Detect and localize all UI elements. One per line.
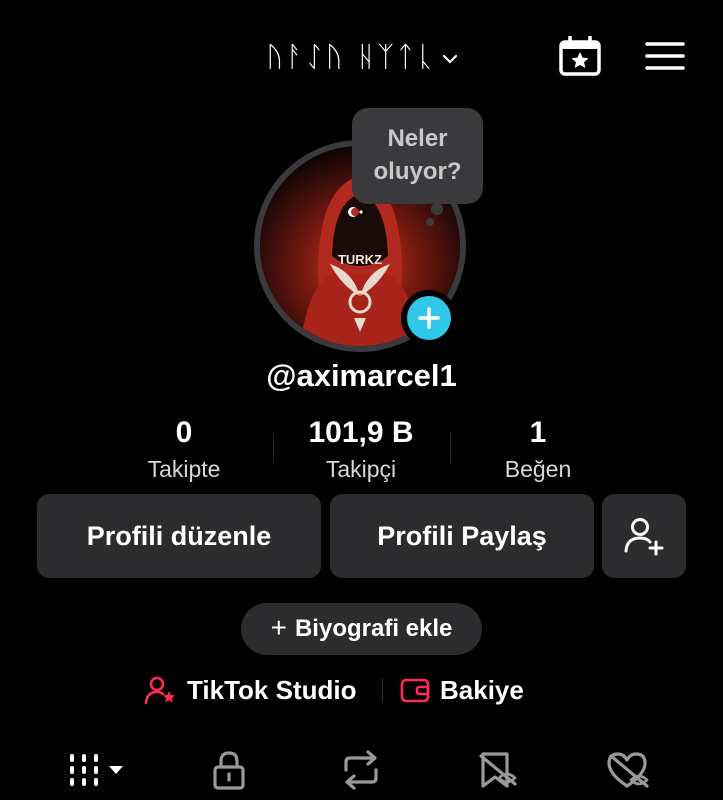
- tab-liked[interactable]: [604, 748, 652, 792]
- username: @aximarcel1: [266, 358, 457, 393]
- favorites-icon: [479, 752, 517, 788]
- tab-videos[interactable]: [66, 748, 128, 792]
- chevron-down-icon: [442, 49, 457, 68]
- add-friend-button[interactable]: [602, 494, 686, 578]
- tiktok-studio-label: TikTok Studio: [187, 674, 357, 705]
- balance-label: Bakiye: [440, 674, 524, 705]
- account-name: ᚢᚨᛇᚢ ᚺᛉᛏᚳ: [266, 39, 437, 73]
- edit-profile-button[interactable]: Profili düzenle: [37, 494, 321, 578]
- status-bubble-text: Neler oluyor?: [373, 125, 462, 185]
- stat-value: 0: [175, 416, 193, 449]
- avatar-text: TURKZ: [338, 252, 382, 267]
- videos-grid-icon: [70, 754, 123, 786]
- wallet-icon: [400, 678, 430, 703]
- stat-label: Beğen: [504, 456, 572, 482]
- stat-value: 1: [529, 416, 547, 449]
- bubble-tail: [426, 218, 434, 226]
- hamburger-menu-icon[interactable]: [644, 40, 686, 72]
- user-star-icon: [145, 676, 175, 705]
- links-divider: [382, 678, 383, 702]
- status-bubble[interactable]: Neler oluyor?: [352, 108, 483, 204]
- stat-followers[interactable]: 101,9 B Takipçi: [271, 415, 451, 487]
- add-avatar-button[interactable]: [401, 290, 457, 346]
- stat-following[interactable]: 0 Takipte: [94, 415, 274, 487]
- plus-icon: [418, 307, 440, 329]
- stat-label: Takipte: [147, 456, 221, 482]
- bubble-tail: [431, 203, 443, 215]
- calendar-star-icon[interactable]: [558, 35, 602, 76]
- add-bio-button[interactable]: + Biyografi ekle: [241, 603, 482, 655]
- share-profile-button[interactable]: Profili Paylaş: [330, 494, 594, 578]
- add-user-icon: [624, 518, 664, 556]
- plus-icon: +: [270, 611, 287, 643]
- balance-link[interactable]: Bakiye: [400, 670, 524, 710]
- lock-icon: [213, 751, 245, 790]
- tiktok-studio-link[interactable]: TikTok Studio: [145, 670, 356, 710]
- repost-icon: [344, 750, 378, 790]
- stat-label: Takipçi: [325, 456, 397, 482]
- stat-likes[interactable]: 1 Beğen: [448, 415, 628, 487]
- stat-value: 101,9 B: [308, 416, 414, 449]
- tab-reposts[interactable]: [339, 748, 383, 792]
- tab-favorites[interactable]: [476, 748, 520, 792]
- add-bio-label: Biyografi ekle: [294, 615, 453, 642]
- liked-icon: [607, 752, 649, 788]
- account-switcher[interactable]: ᚢᚨᛇᚢ ᚺᛉᛏᚳ: [230, 36, 493, 76]
- tab-private[interactable]: [208, 748, 250, 792]
